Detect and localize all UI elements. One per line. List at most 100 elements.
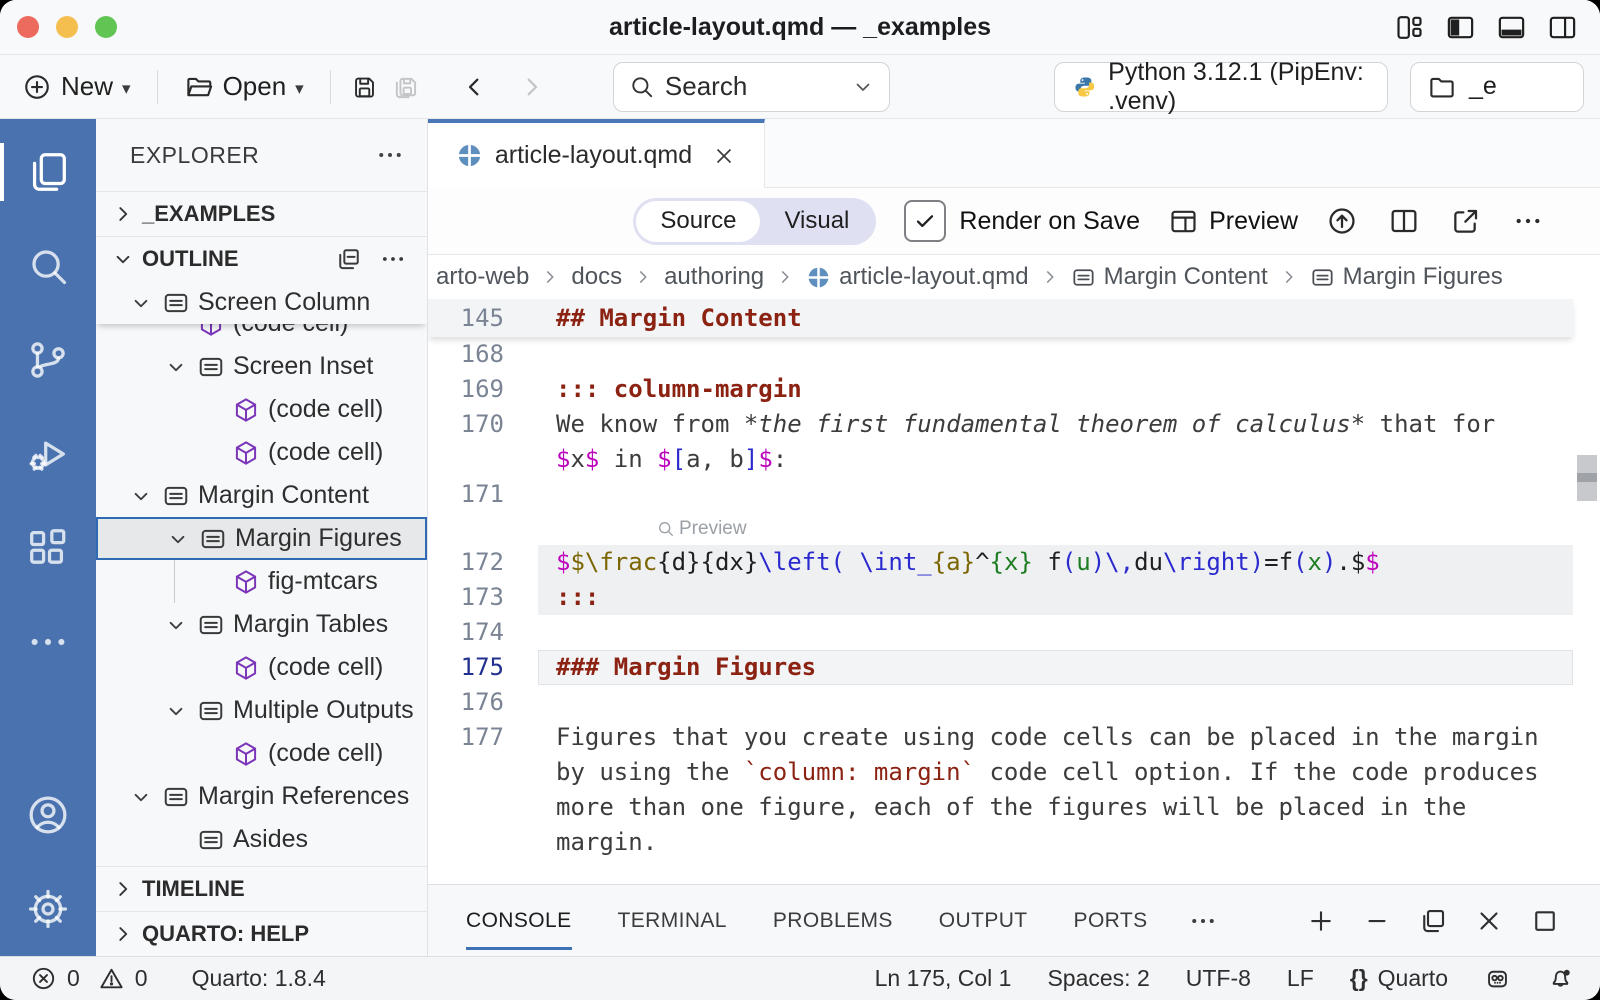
code-line[interactable]: 171 xyxy=(428,477,1573,512)
language-mode-status[interactable]: {} Quarto xyxy=(1350,965,1448,992)
workspace-selector[interactable]: _e xyxy=(1410,62,1584,112)
more-icon[interactable] xyxy=(375,140,405,170)
code-line[interactable]: $x$ in $[a, b]$: xyxy=(428,442,1573,477)
panel-bottom-icon[interactable] xyxy=(1496,12,1527,43)
encoding-status[interactable]: UTF-8 xyxy=(1186,965,1251,992)
eol-status[interactable]: LF xyxy=(1287,965,1314,992)
code-line[interactable]: 145## Margin Content xyxy=(428,299,1573,337)
panel-tab-problems[interactable]: PROBLEMS xyxy=(773,885,893,956)
code-line[interactable]: 169::: column-margin xyxy=(428,372,1573,407)
activity-gear[interactable] xyxy=(0,862,96,956)
open-external-icon[interactable] xyxy=(1450,205,1482,237)
activity-more[interactable] xyxy=(0,595,96,689)
close-icon[interactable] xyxy=(1474,906,1504,936)
section-examples[interactable]: _EXAMPLES xyxy=(96,191,427,236)
breadcrumb-item[interactable]: arto-web xyxy=(436,263,529,291)
indentation-status[interactable]: Spaces: 2 xyxy=(1047,965,1149,992)
outline-item[interactable]: Margin References xyxy=(96,775,427,818)
outline-item[interactable]: Margin Tables xyxy=(96,603,427,646)
section-outline[interactable]: OUTLINE xyxy=(96,236,427,281)
outline-item[interactable]: (code cell) xyxy=(96,324,427,345)
search-input[interactable]: Search xyxy=(613,62,890,112)
zoom-window-button[interactable] xyxy=(95,16,117,38)
layout-icon[interactable] xyxy=(1394,12,1425,43)
breadcrumb-item[interactable]: Margin Figures xyxy=(1310,263,1503,291)
feedback-icon[interactable] xyxy=(1484,965,1511,992)
panel-tab-console[interactable]: CONSOLE xyxy=(466,885,572,956)
toggle-visual[interactable]: Visual xyxy=(760,201,873,242)
cursor-position-status[interactable]: Ln 175, Col 1 xyxy=(875,965,1012,992)
open-button[interactable]: Open ▾ xyxy=(178,67,310,106)
preview-button[interactable]: Preview xyxy=(1168,206,1298,237)
outline-item[interactable]: Asides xyxy=(96,818,427,861)
outline-item[interactable]: (code cell) xyxy=(96,431,427,474)
publish-icon[interactable] xyxy=(1326,205,1358,237)
outline-item[interactable]: Screen Inset xyxy=(96,345,427,388)
panel-tab-terminal[interactable]: TERMINAL xyxy=(618,885,727,956)
more-icon[interactable] xyxy=(379,245,407,273)
code-line[interactable]: 168 xyxy=(428,337,1573,372)
editor-scrollbar[interactable] xyxy=(1577,455,1597,501)
forward-icon[interactable] xyxy=(518,70,545,104)
split-editor-icon[interactable] xyxy=(1388,205,1420,237)
panel-right-icon[interactable] xyxy=(1547,12,1578,43)
outline-item[interactable]: fig-mtcars xyxy=(96,560,427,603)
code-line[interactable]: 177Figures that you create using code ce… xyxy=(428,720,1573,755)
render-on-save-checkbox[interactable]: Render on Save xyxy=(904,200,1140,242)
outline-item[interactable]: (code cell) xyxy=(96,388,427,431)
panel-tab-output[interactable]: OUTPUT xyxy=(939,885,1028,956)
save-icon[interactable] xyxy=(351,70,378,104)
activity-account[interactable] xyxy=(0,768,96,862)
code-line[interactable]: 174 xyxy=(428,615,1573,650)
maximize-icon[interactable] xyxy=(1530,906,1560,936)
code-line[interactable]: 170We know from *the first fundamental t… xyxy=(428,407,1573,442)
restore-icon[interactable] xyxy=(1418,906,1448,936)
code-line[interactable]: margin. xyxy=(428,825,1573,860)
panel-tab-ports[interactable]: PORTS xyxy=(1074,885,1148,956)
code-editor[interactable]: 145## Margin Content168169::: column-mar… xyxy=(428,299,1600,884)
code-line[interactable]: more than one figure, each of the figure… xyxy=(428,790,1573,825)
activity-run-debug[interactable] xyxy=(0,407,96,501)
quarto-version-status[interactable]: Quarto: 1.8.4 xyxy=(192,965,326,992)
section-timeline[interactable]: TIMELINE xyxy=(96,866,427,911)
close-window-button[interactable] xyxy=(17,16,39,38)
breadcrumb-item[interactable]: docs xyxy=(571,263,622,291)
code-line[interactable]: 176 xyxy=(428,685,1573,720)
tab-article-layout[interactable]: article-layout.qmd xyxy=(428,119,765,188)
minimize-window-button[interactable] xyxy=(56,16,78,38)
activity-extensions[interactable] xyxy=(0,501,96,595)
outline-item[interactable]: (code cell) xyxy=(96,646,427,689)
section-quarto-help[interactable]: QUARTO: HELP xyxy=(96,911,427,956)
more-icon[interactable] xyxy=(1188,906,1218,936)
python-interpreter-selector[interactable]: Python 3.12.1 (PipEnv: .venv) xyxy=(1054,62,1389,112)
problems-status[interactable]: 0 0 xyxy=(30,965,148,992)
activity-search[interactable] xyxy=(0,219,96,313)
toggle-source[interactable]: Source xyxy=(636,201,760,242)
outline-item[interactable]: Margin Content xyxy=(96,474,427,517)
new-button[interactable]: New ▾ xyxy=(16,67,137,106)
code-line[interactable]: 172$$\frac{d}{dx}\left( \int_{a}^{x} f(u… xyxy=(428,545,1573,580)
activity-source-control[interactable] xyxy=(0,313,96,407)
breadcrumb-item[interactable]: Margin Content xyxy=(1071,263,1268,291)
bell-icon[interactable] xyxy=(1547,965,1574,992)
outline-item[interactable]: Screen Column xyxy=(96,281,427,324)
outline-item[interactable]: Margin Figures xyxy=(96,517,427,560)
code-line[interactable]: by using the `column: margin` code cell … xyxy=(428,755,1573,790)
minimize-icon[interactable] xyxy=(1362,906,1392,936)
outline-item[interactable]: (code cell) xyxy=(96,732,427,775)
code-line[interactable]: 175### Margin Figures xyxy=(428,650,1573,685)
code-lens[interactable]: Preview xyxy=(428,512,1573,545)
chevron-down-icon[interactable] xyxy=(851,75,875,99)
back-icon[interactable] xyxy=(461,70,488,104)
breadcrumb-item[interactable]: article-layout.qmd xyxy=(806,263,1028,291)
collapse-all-icon[interactable] xyxy=(335,245,363,273)
add-icon[interactable] xyxy=(1306,906,1336,936)
close-icon[interactable] xyxy=(712,144,736,168)
activity-files[interactable] xyxy=(0,125,96,219)
panel-left-icon[interactable] xyxy=(1445,12,1476,43)
outline-item[interactable]: Multiple Outputs xyxy=(96,689,427,732)
breadcrumb-item[interactable]: authoring xyxy=(664,263,764,291)
code-line[interactable]: 173::: xyxy=(428,580,1573,615)
save-all-icon[interactable] xyxy=(392,70,419,104)
more-icon[interactable] xyxy=(1512,205,1544,237)
